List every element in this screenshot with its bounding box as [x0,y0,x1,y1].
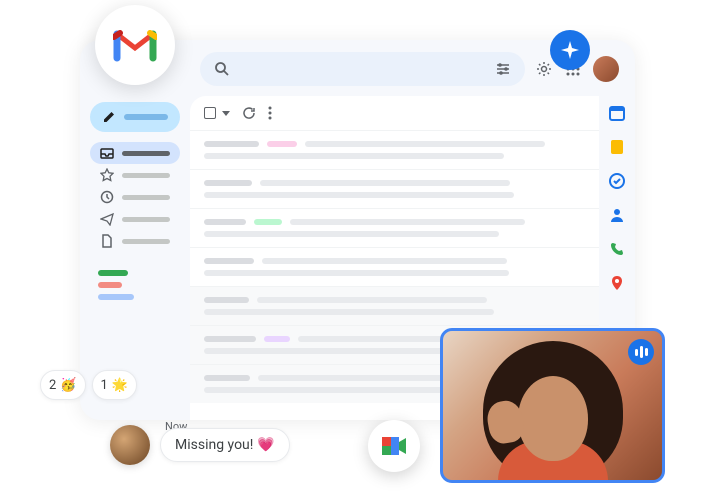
chat-message-text: Missing you! [175,437,253,453]
email-row[interactable] [190,169,599,208]
nav-item-star[interactable] [90,164,180,186]
google-meet-badge[interactable] [368,420,420,472]
calendar-icon [608,104,626,122]
chat-space-item[interactable] [98,294,134,300]
maps-icon [608,274,626,292]
email-row[interactable] [190,208,599,247]
search-bar[interactable] [200,52,525,86]
contacts-icon [608,206,626,224]
ai-sparkle-badge[interactable] [550,30,590,70]
chat-space-item[interactable] [98,282,122,288]
pencil-icon [102,110,116,124]
chat-sender-avatar[interactable] [110,425,150,465]
chat-bubble-group: Missing you! 💗 [110,425,290,465]
reaction-emoji: 🌟 [112,378,128,393]
more-vert-icon[interactable] [268,106,272,120]
send-icon [100,212,114,226]
side-app-tasks[interactable] [608,172,626,190]
refresh-icon[interactable] [242,106,256,120]
compose-button[interactable] [90,102,180,132]
select-dropdown-icon[interactable] [222,111,230,116]
star-icon [100,168,114,182]
sparkle-icon [560,40,580,60]
gmail-logo-badge [95,5,175,85]
inbox-icon [100,146,114,160]
email-row[interactable] [190,286,599,325]
reaction-emoji: 🥳 [60,378,76,393]
video-call-window[interactable] [440,328,665,483]
gmail-logo-icon [113,28,157,62]
google-meet-icon [380,434,408,458]
nav-item-file[interactable] [90,230,180,252]
side-app-voice[interactable] [608,240,626,258]
reactions-row: 2🥳1🌟 [40,370,137,400]
voice-icon [608,240,626,258]
email-row[interactable] [190,130,599,169]
reaction-count: 1 [101,378,108,393]
file-icon [100,234,114,248]
side-app-keep[interactable] [608,138,626,156]
settings-icon[interactable] [535,60,553,78]
select-all-checkbox[interactable] [204,107,216,119]
side-app-calendar[interactable] [608,104,626,122]
chat-space-item[interactable] [98,270,128,276]
tune-icon[interactable] [495,61,511,77]
search-icon [214,61,230,77]
heart-emoji: 💗 [257,437,274,453]
keep-icon [608,138,626,156]
audio-active-badge [628,339,654,365]
nav-item-inbox[interactable] [90,142,180,164]
chat-message-bubble[interactable]: Missing you! 💗 [160,428,290,462]
nav-item-clock[interactable] [90,186,180,208]
side-app-contacts[interactable] [608,206,626,224]
side-app-maps[interactable] [608,274,626,292]
reaction-pill[interactable]: 1🌟 [92,370,138,400]
reaction-pill[interactable]: 2🥳 [40,370,86,400]
email-row[interactable] [190,247,599,286]
chat-section [90,270,180,300]
user-avatar[interactable] [593,56,619,82]
reaction-count: 2 [49,378,56,393]
toolbar [190,96,599,130]
clock-icon [100,190,114,204]
video-participant [483,346,623,483]
nav-item-send[interactable] [90,208,180,230]
tasks-icon [608,172,626,190]
